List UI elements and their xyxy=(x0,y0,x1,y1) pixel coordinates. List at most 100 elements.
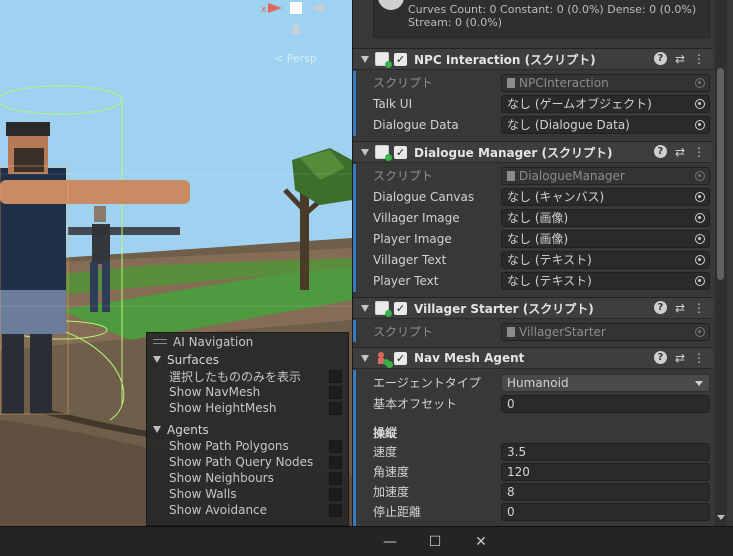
enable-toggle[interactable]: ✓ xyxy=(394,52,407,66)
help-icon[interactable]: ? xyxy=(653,301,667,314)
foldout-triangle-icon[interactable] xyxy=(361,55,369,63)
object-picker-icon[interactable] xyxy=(695,326,705,337)
checkbox[interactable] xyxy=(329,488,342,501)
minimize-button[interactable]: — xyxy=(380,533,400,551)
presets-icon[interactable]: ⇄ xyxy=(675,301,685,315)
dialogue-data-field[interactable]: なし (Dialogue Data) xyxy=(501,115,710,134)
inspector-scrollbar[interactable] xyxy=(715,0,727,526)
kebab-menu-icon[interactable]: ⋮ xyxy=(693,301,705,315)
surfaces-option-selected-only[interactable]: 選択したもののみを表示 xyxy=(147,368,348,384)
scrollbar-thumb[interactable] xyxy=(717,68,724,280)
help-icon[interactable]: ? xyxy=(653,52,667,65)
kebab-menu-icon[interactable]: ⋮ xyxy=(693,52,705,66)
agents-option-avoidance[interactable]: Show Avoidance xyxy=(147,502,348,518)
checkbox[interactable] xyxy=(329,504,342,517)
help-icon[interactable]: ? xyxy=(653,145,667,158)
agents-foldout[interactable]: Agents xyxy=(147,421,348,438)
agents-option-walls[interactable]: Show Walls xyxy=(147,486,348,502)
player-text-row: Player Text なし (テキスト) xyxy=(353,270,713,291)
stopping-distance-row: 停止距離 0 xyxy=(353,501,713,522)
villager-text-field[interactable]: なし (テキスト) xyxy=(501,250,710,269)
object-picker-icon[interactable] xyxy=(695,119,705,130)
checkbox[interactable] xyxy=(329,402,342,415)
surfaces-option-show-navmesh[interactable]: Show NavMesh xyxy=(147,384,348,400)
dialogue-canvas-field[interactable]: なし (キャンバス) xyxy=(501,187,710,206)
script-field[interactable]: DialogueManager xyxy=(501,166,710,185)
agents-option-path-query-nodes[interactable]: Show Path Query Nodes xyxy=(147,454,348,470)
surfaces-option-show-heightmesh[interactable]: Show HeightMesh xyxy=(147,400,348,416)
talk-ui-row: Talk UI なし (ゲームオブジェクト) xyxy=(353,93,713,114)
field-label: Villager Text xyxy=(373,252,447,267)
player-image-field[interactable]: なし (画像) xyxy=(501,229,710,248)
object-picker-icon[interactable] xyxy=(695,170,705,181)
maximize-button[interactable]: ☐ xyxy=(425,533,445,551)
close-button[interactable]: ✕ xyxy=(471,533,491,551)
presets-icon[interactable]: ⇄ xyxy=(675,351,685,365)
drag-handle-icon[interactable] xyxy=(153,339,167,344)
foldout-triangle-icon xyxy=(153,356,161,363)
talk-ui-field[interactable]: なし (ゲームオブジェクト) xyxy=(501,94,710,113)
player-text-field[interactable]: なし (テキスト) xyxy=(501,271,710,290)
script-icon xyxy=(375,52,392,68)
checkbox[interactable] xyxy=(329,370,342,383)
object-picker-icon[interactable] xyxy=(695,77,705,88)
acceleration-row: 加速度 8 xyxy=(353,481,713,502)
presets-icon[interactable]: ⇄ xyxy=(675,52,685,66)
nav-mesh-agent-header[interactable]: ✓ Nav Mesh Agent ? ⇄ ⋮ xyxy=(353,347,713,369)
object-picker-icon[interactable] xyxy=(695,191,705,202)
foldout-triangle-icon[interactable] xyxy=(361,148,369,156)
object-picker-icon[interactable] xyxy=(695,98,705,109)
kebab-menu-icon[interactable]: ⋮ xyxy=(693,351,705,365)
acceleration-label: 加速度 xyxy=(373,485,410,499)
agents-option-path-polygons[interactable]: Show Path Polygons xyxy=(147,438,348,454)
cs-file-icon xyxy=(507,170,515,181)
dialogue-data-label: Dialogue Data xyxy=(373,117,459,132)
enable-toggle[interactable]: ✓ xyxy=(394,301,407,315)
stopping-distance-field[interactable]: 0 xyxy=(501,502,710,521)
script-field[interactable]: VillagerStarter xyxy=(501,322,710,341)
speed-field[interactable]: 3.5 xyxy=(501,442,710,461)
nav-mesh-agent-icon xyxy=(375,351,393,368)
base-offset-field[interactable]: 0 xyxy=(501,394,710,413)
agents-label: Agents xyxy=(167,422,209,437)
help-icon[interactable]: ? xyxy=(653,351,667,364)
scene-view[interactable]: x < Persp AI Navigation Surfaces 選択したものの… xyxy=(0,0,352,526)
object-picker-icon[interactable] xyxy=(695,212,705,223)
object-picker-icon[interactable] xyxy=(695,233,705,244)
kebab-menu-icon[interactable]: ⋮ xyxy=(693,145,705,159)
angular-speed-label: 角速度 xyxy=(373,465,410,479)
villager-image-field[interactable]: なし (画像) xyxy=(501,208,710,227)
foldout-triangle-icon[interactable] xyxy=(361,354,369,362)
foldout-triangle-icon[interactable] xyxy=(361,304,369,312)
component-title: Nav Mesh Agent xyxy=(414,351,525,365)
enable-toggle[interactable]: ✓ xyxy=(394,351,407,365)
agent-type-dropdown[interactable]: Humanoid xyxy=(501,373,710,392)
checkbox[interactable] xyxy=(329,456,342,469)
checkbox[interactable] xyxy=(329,440,342,453)
villager-starter-header[interactable]: ✓ Villager Starter (スクリプト) ? ⇄ ⋮ xyxy=(353,297,713,319)
ai-navigation-title: AI Navigation xyxy=(173,334,254,349)
scroll-down-arrow-icon[interactable] xyxy=(717,515,725,520)
player-image-row: Player Image なし (画像) xyxy=(353,228,713,249)
dialogue-manager-header[interactable]: ✓ Dialogue Manager (スクリプト) ? ⇄ ⋮ xyxy=(353,141,713,163)
agent-type-row: エージェントタイプ Humanoid xyxy=(353,372,713,393)
npc-interaction-header[interactable]: ✓ NPC Interaction (スクリプト) ? ⇄ ⋮ xyxy=(353,48,713,70)
foldout-triangle-icon xyxy=(153,426,161,433)
cs-file-icon xyxy=(507,326,515,337)
option-label: Show Path Query Nodes xyxy=(169,455,314,469)
checkbox[interactable] xyxy=(329,472,342,485)
object-picker-icon[interactable] xyxy=(695,254,705,265)
angular-speed-field[interactable]: 120 xyxy=(501,462,710,481)
enable-toggle[interactable]: ✓ xyxy=(394,145,407,159)
checkbox[interactable] xyxy=(329,386,342,399)
perspective-label[interactable]: < Persp xyxy=(274,52,317,65)
object-picker-icon[interactable] xyxy=(695,275,705,286)
agent-type-label: エージェントタイプ xyxy=(373,376,481,390)
surfaces-foldout[interactable]: Surfaces xyxy=(147,351,348,368)
ai-navigation-header[interactable]: AI Navigation xyxy=(147,333,348,350)
script-icon xyxy=(375,145,392,161)
agents-option-neighbours[interactable]: Show Neighbours xyxy=(147,470,348,486)
acceleration-field[interactable]: 8 xyxy=(501,482,710,501)
script-field[interactable]: NPCInteraction xyxy=(501,73,710,92)
presets-icon[interactable]: ⇄ xyxy=(675,145,685,159)
